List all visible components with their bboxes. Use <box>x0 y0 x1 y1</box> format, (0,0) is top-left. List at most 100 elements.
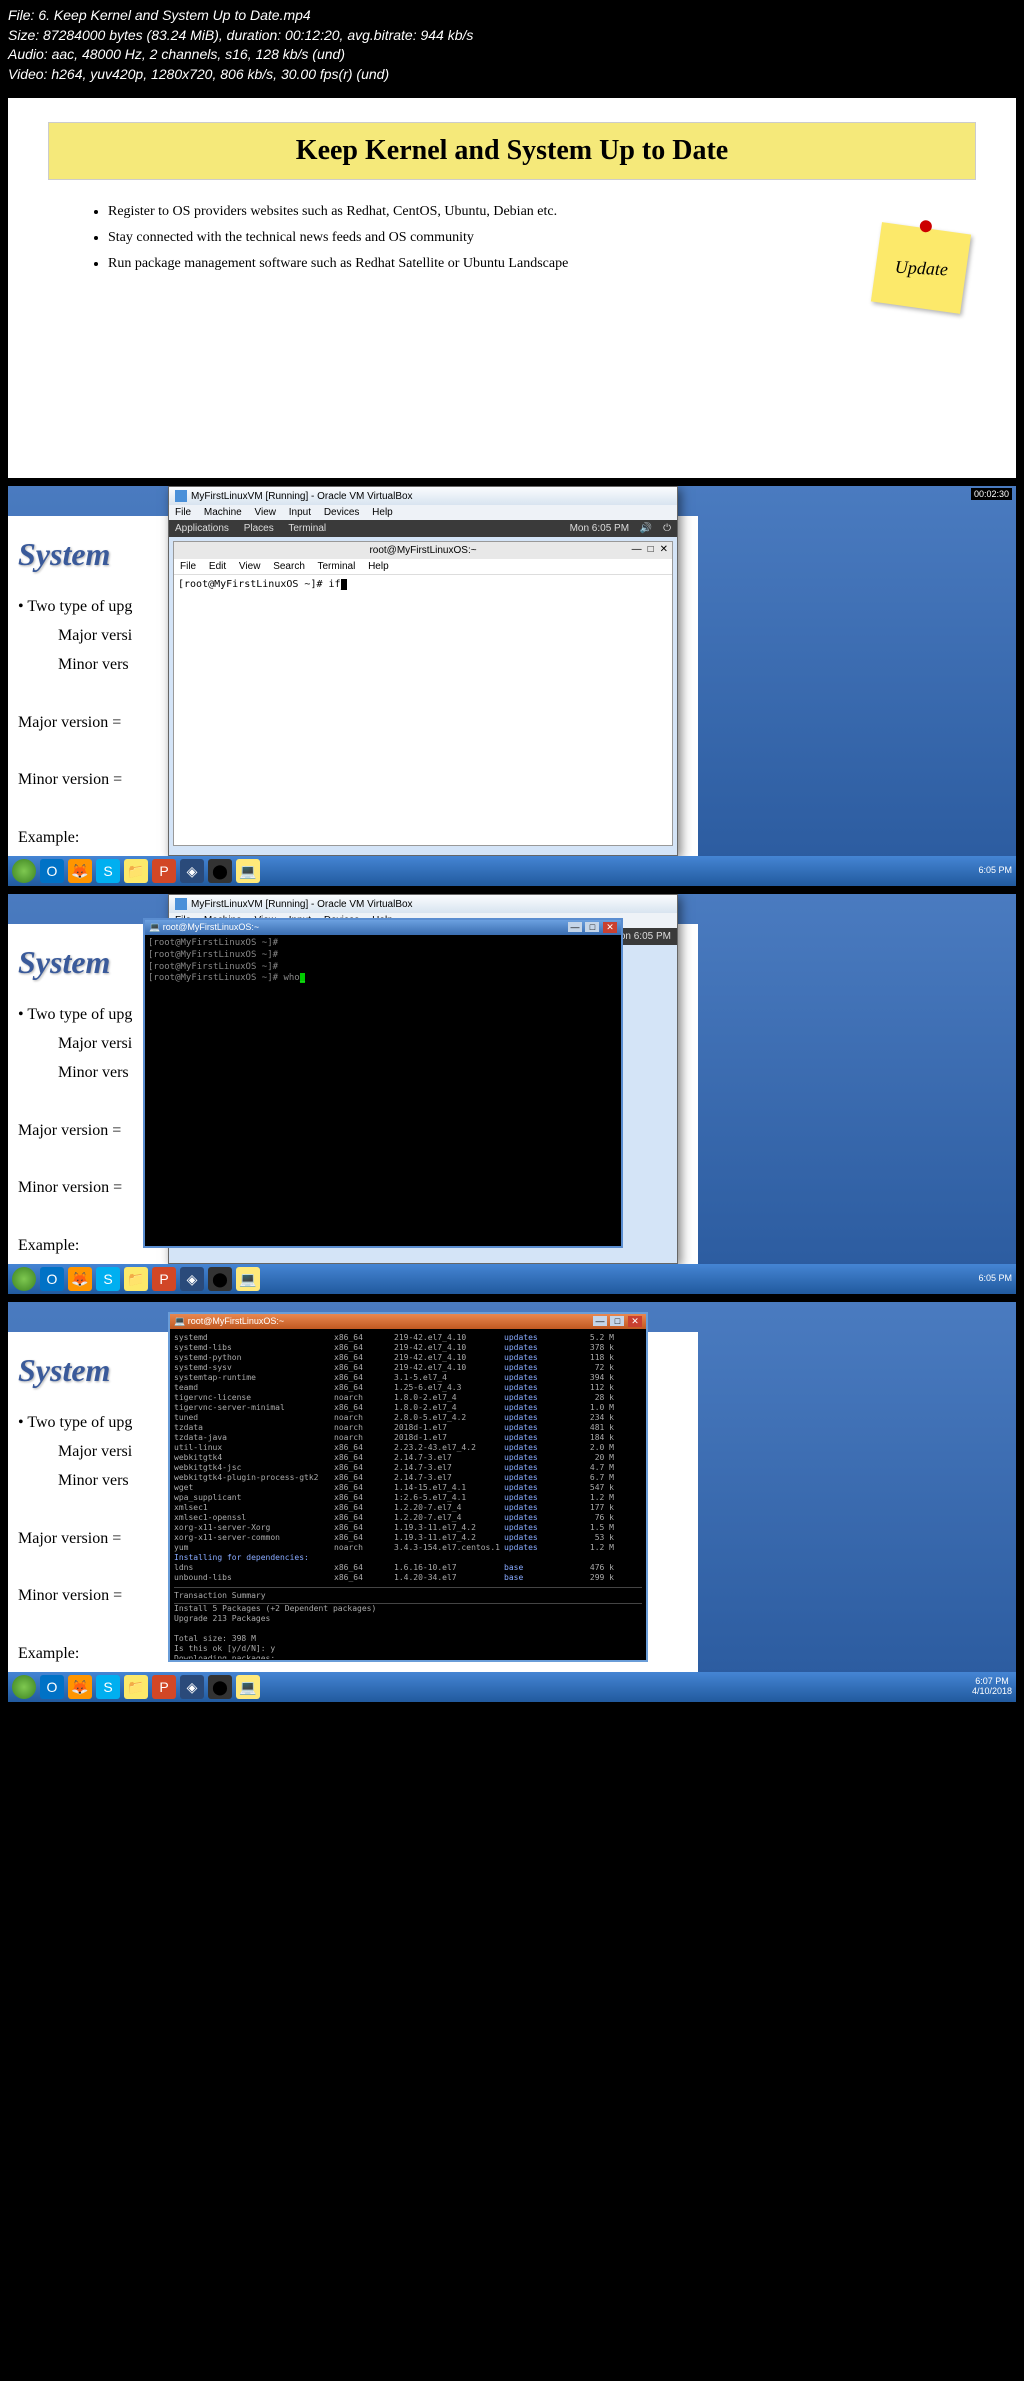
terminal-body[interactable]: [root@MyFirstLinuxOS ~]# if_ <box>174 575 672 845</box>
putty-terminal[interactable]: 💻 root@MyFirstLinuxOS:~ — □ ✕ systemdx86… <box>168 1312 648 1662</box>
obs-icon[interactable]: ⬤ <box>208 1267 232 1291</box>
powerpoint-icon[interactable]: P <box>152 859 176 883</box>
explorer-icon[interactable]: 📁 <box>124 859 148 883</box>
putty-icon[interactable]: 💻 <box>236 859 260 883</box>
package-row: xmlsec1-opensslx86_641.2.20-7.el7_4updat… <box>174 1513 642 1523</box>
close-button[interactable]: ✕ <box>628 1316 642 1327</box>
places-menu[interactable]: Places <box>244 523 274 534</box>
skype-icon[interactable]: S <box>96 1267 120 1291</box>
yum-output[interactable]: systemdx86_64219-42.el7_4.10updates5.2 M… <box>170 1329 646 1659</box>
package-row: ldnsx86_641.6.16-10.el7base476 k <box>174 1563 642 1573</box>
terminal-titlebar[interactable]: root@MyFirstLinuxOS:~ — □ ✕ <box>174 542 672 559</box>
package-row: webkitgtk4x86_642.14.7-3.el7updates20 M <box>174 1453 642 1463</box>
powerpoint-icon[interactable]: P <box>152 1267 176 1291</box>
close-button[interactable]: ✕ <box>603 922 617 933</box>
vbox-icon <box>175 898 187 910</box>
package-row: util-linuxx86_642.23.2-43.el7_4.2updates… <box>174 1443 642 1453</box>
putty-icon: 💻 <box>149 922 160 932</box>
desktop-screenshot-2: System • Two type of upg Major versi Min… <box>8 894 1016 1294</box>
firefox-icon[interactable]: 🦊 <box>68 1267 92 1291</box>
start-button[interactable] <box>12 1267 36 1291</box>
window-titlebar[interactable]: MyFirstLinuxVM [Running] - Oracle VM Vir… <box>169 895 677 913</box>
outlook-icon[interactable]: O <box>40 1675 64 1699</box>
volume-icon[interactable]: 🔊 <box>640 523 652 534</box>
maximize-button[interactable]: □ <box>648 544 654 555</box>
terminal-menu[interactable]: Terminal <box>288 523 326 534</box>
explorer-icon[interactable]: 📁 <box>124 1267 148 1291</box>
package-row: systemd-libsx86_64219-42.el7_4.10updates… <box>174 1343 642 1353</box>
slide-panel: Keep Kernel and System Up to Date Regist… <box>8 98 1016 478</box>
desktop-screenshot-1: 00:02:30 System • Two type of upg Major … <box>8 486 1016 886</box>
package-row: tunednoarch2.8.0-5.el7_4.2updates234 k <box>174 1413 642 1423</box>
package-row: xorg-x11-server-commonx86_641.19.3-11.el… <box>174 1533 642 1543</box>
taskbar-clock[interactable]: 6:05 PM <box>978 866 1012 876</box>
package-row: systemd-sysvx86_64219-42.el7_4.10updates… <box>174 1363 642 1373</box>
putty-terminal[interactable]: 💻 root@MyFirstLinuxOS:~ — □ ✕ [root@MyFi… <box>143 918 623 1248</box>
terminal-menubar[interactable]: File Edit View Search Terminal Help <box>174 559 672 575</box>
package-row: xorg-x11-server-Xorgx86_641.19.3-11.el7_… <box>174 1523 642 1533</box>
gnome-topbar[interactable]: Applications Places Terminal Mon 6:05 PM… <box>169 520 677 537</box>
powerpoint-icon[interactable]: P <box>152 1675 176 1699</box>
windows-taskbar[interactable]: O 🦊 S 📁 P ◈ ⬤ 💻 6:07 PM4/10/2018 <box>8 1672 1016 1702</box>
virtualbox-window[interactable]: MyFirstLinuxVM [Running] - Oracle VM Vir… <box>168 486 678 856</box>
package-row: wpa_supplicantx86_641:2.6-5.el7_4.1updat… <box>174 1493 642 1503</box>
minimize-button[interactable]: — <box>593 1316 607 1326</box>
vm-menubar[interactable]: File Machine View Input Devices Help <box>169 505 677 520</box>
start-button[interactable] <box>12 1675 36 1699</box>
package-row: teamdx86_641.25-6.el7_4.3updates112 k <box>174 1383 642 1393</box>
close-button[interactable]: ✕ <box>660 544 668 555</box>
taskbar-clock[interactable]: 6:07 PM4/10/2018 <box>972 1677 1012 1697</box>
desktop-screenshot-3: System • Two type of upg Major versi Min… <box>8 1302 1016 1702</box>
skype-icon[interactable]: S <box>96 859 120 883</box>
minimize-button[interactable]: — <box>632 544 642 555</box>
package-row: xmlsec1x86_641.2.20-7.el7_4updates177 k <box>174 1503 642 1513</box>
package-row: systemd-pythonx86_64219-42.el7_4.10updat… <box>174 1353 642 1363</box>
window-titlebar[interactable]: MyFirstLinuxVM [Running] - Oracle VM Vir… <box>169 487 677 505</box>
firefox-icon[interactable]: 🦊 <box>68 859 92 883</box>
package-row: unbound-libsx86_641.4.20-34.el7base299 k <box>174 1573 642 1583</box>
vbox-icon <box>175 490 187 502</box>
clock[interactable]: Mon 6:05 PM <box>570 523 629 534</box>
putty-icon[interactable]: 💻 <box>236 1267 260 1291</box>
virtualbox-icon[interactable]: ◈ <box>180 1267 204 1291</box>
virtualbox-icon[interactable]: ◈ <box>180 1675 204 1699</box>
windows-taskbar[interactable]: O 🦊 S 📁 P ◈ ⬤ 💻 6:05 PM <box>8 1264 1016 1294</box>
applications-menu[interactable]: Applications <box>175 523 229 534</box>
slide-bullets: Register to OS providers websites such a… <box>48 204 976 272</box>
terminal-body[interactable]: [root@MyFirstLinuxOS ~]# [root@MyFirstLi… <box>145 935 621 988</box>
package-row: tigervnc-server-minimalx86_641.8.0-2.el7… <box>174 1403 642 1413</box>
package-row: tzdata-javanoarch2018d-1.el7updates184 k <box>174 1433 642 1443</box>
terminal-window[interactable]: root@MyFirstLinuxOS:~ — □ ✕ File Edit Vi… <box>173 541 673 846</box>
file-metadata: File: 6. Keep Kernel and System Up to Da… <box>0 0 1024 90</box>
package-row: tigervnc-licensenoarch1.8.0-2.el7_4updat… <box>174 1393 642 1403</box>
maximize-button[interactable]: □ <box>610 1316 624 1326</box>
package-row: webkitgtk4-plugin-process-gtk2x86_642.14… <box>174 1473 642 1483</box>
virtualbox-icon[interactable]: ◈ <box>180 859 204 883</box>
putty-icon: 💻 <box>174 1316 185 1326</box>
outlook-icon[interactable]: O <box>40 859 64 883</box>
start-button[interactable] <box>12 859 36 883</box>
sticky-note: Update <box>871 223 971 315</box>
obs-icon[interactable]: ⬤ <box>208 1675 232 1699</box>
firefox-icon[interactable]: 🦊 <box>68 1675 92 1699</box>
minimize-button[interactable]: — <box>568 922 582 932</box>
package-row: systemdx86_64219-42.el7_4.10updates5.2 M <box>174 1333 642 1343</box>
slide-title: Keep Kernel and System Up to Date <box>48 122 976 180</box>
taskbar-clock[interactable]: 6:05 PM <box>978 1274 1012 1284</box>
obs-icon[interactable]: ⬤ <box>208 859 232 883</box>
power-icon[interactable]: ⏻ <box>663 523 671 534</box>
putty-titlebar[interactable]: 💻 root@MyFirstLinuxOS:~ — □ ✕ <box>170 1314 646 1329</box>
package-row: yumnoarch3.4.3-154.el7.centos.1updates1.… <box>174 1543 642 1553</box>
explorer-icon[interactable]: 📁 <box>124 1675 148 1699</box>
putty-titlebar[interactable]: 💻 root@MyFirstLinuxOS:~ — □ ✕ <box>145 920 621 935</box>
windows-taskbar[interactable]: O 🦊 S 📁 P ◈ ⬤ 💻 6:05 PM <box>8 856 1016 886</box>
package-row: wgetx86_641.14-15.el7_4.1updates547 k <box>174 1483 642 1493</box>
putty-icon[interactable]: 💻 <box>236 1675 260 1699</box>
package-row: tzdatanoarch2018d-1.el7updates481 k <box>174 1423 642 1433</box>
skype-icon[interactable]: S <box>96 1675 120 1699</box>
video-timestamp: 00:02:30 <box>971 488 1012 500</box>
package-row: systemtap-runtimex86_643.1-5.el7_4update… <box>174 1373 642 1383</box>
package-row: webkitgtk4-jscx86_642.14.7-3.el7updates4… <box>174 1463 642 1473</box>
outlook-icon[interactable]: O <box>40 1267 64 1291</box>
maximize-button[interactable]: □ <box>585 922 599 932</box>
